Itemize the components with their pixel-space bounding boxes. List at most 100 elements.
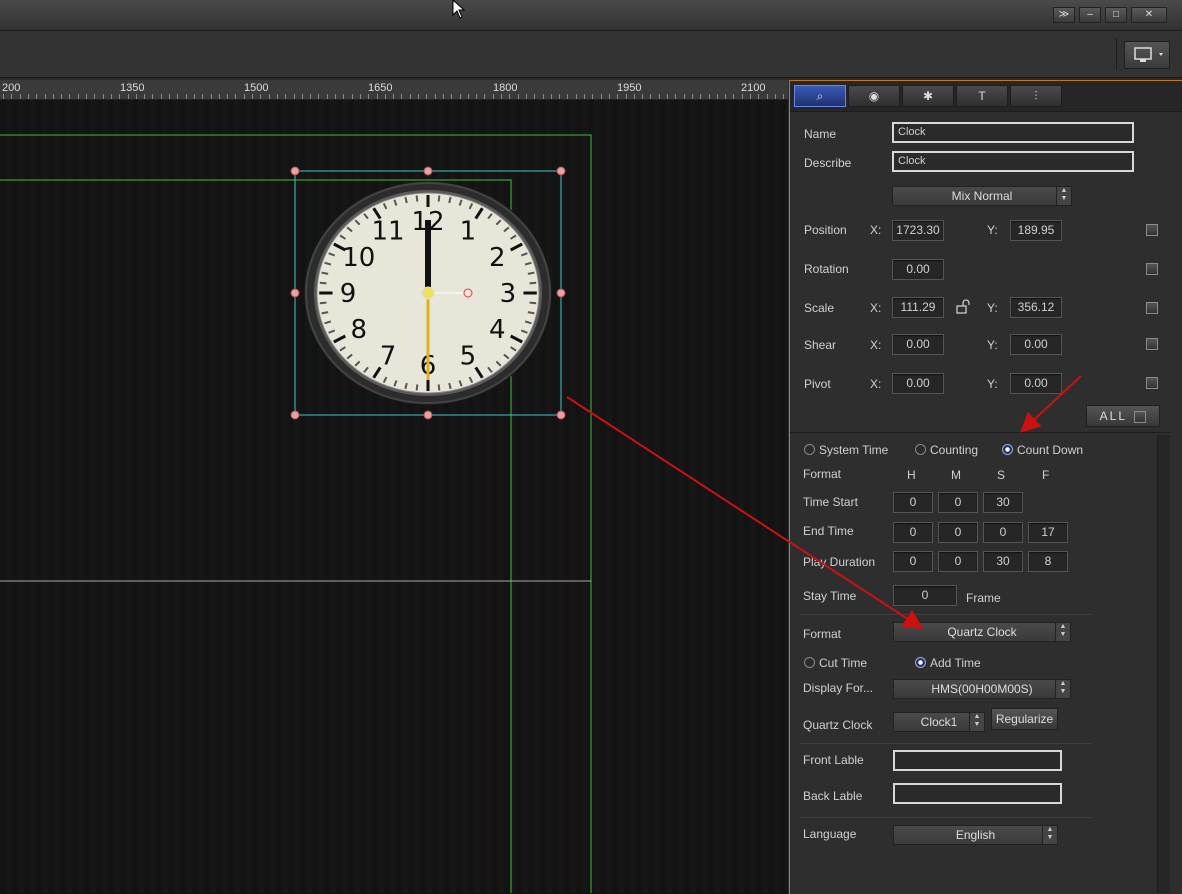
position-y-input[interactable]: 189.95 bbox=[1010, 220, 1062, 241]
play-duration-hours[interactable]: 0 bbox=[893, 551, 933, 572]
hours-column-header: H bbox=[907, 468, 916, 482]
shear-checkbox[interactable] bbox=[1146, 338, 1158, 350]
system-time-radio[interactable] bbox=[804, 444, 815, 455]
ruler-tick bbox=[725, 94, 727, 99]
count-down-radio[interactable] bbox=[1002, 444, 1013, 455]
ruler-tick bbox=[442, 94, 444, 99]
ruler-label: 1350 bbox=[120, 82, 145, 94]
unlock-icon[interactable] bbox=[955, 299, 971, 315]
clock-format-dropdown[interactable]: Quartz Clock ▲ ▼ bbox=[893, 622, 1071, 642]
play-duration-seconds[interactable]: 30 bbox=[983, 551, 1023, 572]
ruler-tick bbox=[683, 94, 685, 99]
play-duration-frames[interactable]: 8 bbox=[1028, 551, 1068, 572]
clock-tick bbox=[448, 382, 452, 390]
tab-select[interactable]: ⌕ bbox=[794, 85, 846, 107]
ruler-tick bbox=[44, 94, 46, 99]
pivot-y-input[interactable]: 0.00 bbox=[1010, 373, 1062, 394]
time-start-seconds[interactable]: 30 bbox=[983, 492, 1023, 513]
cut-time-radio[interactable] bbox=[804, 657, 815, 668]
maximize-button[interactable]: □ bbox=[1105, 7, 1127, 23]
toolbar bbox=[0, 31, 1182, 78]
end-time-frames[interactable]: 17 bbox=[1028, 522, 1068, 543]
end-time-hours[interactable]: 0 bbox=[893, 522, 933, 543]
display-format-label: Display For... bbox=[803, 681, 874, 695]
shear-x-input[interactable]: 0.00 bbox=[892, 334, 944, 355]
end-time-seconds[interactable]: 0 bbox=[983, 522, 1023, 543]
ruler-tick bbox=[293, 94, 295, 99]
quartz-clock-dropdown[interactable]: Clock1 ▲ ▼ bbox=[893, 712, 985, 732]
front-label-input[interactable] bbox=[893, 750, 1062, 771]
rotation-checkbox[interactable] bbox=[1146, 263, 1158, 275]
ruler-tick bbox=[426, 94, 428, 99]
play-duration-minutes[interactable]: 0 bbox=[938, 551, 978, 572]
blend-mode-dropdown[interactable]: Mix Normal ▲ ▼ bbox=[892, 186, 1072, 206]
describe-input[interactable]: Clock bbox=[892, 151, 1134, 172]
clock-numeral: 4 bbox=[489, 315, 506, 345]
minimize-button[interactable]: – bbox=[1079, 7, 1101, 23]
ruler-tick bbox=[608, 94, 610, 99]
ruler-tick bbox=[285, 94, 287, 99]
clock-graphic[interactable]: 121234567891011 bbox=[304, 181, 552, 405]
collapse-button[interactable]: ≫ bbox=[1053, 7, 1075, 23]
scale-x-input[interactable]: 111.29 bbox=[892, 297, 944, 318]
scale-y-input[interactable]: 356.12 bbox=[1010, 297, 1062, 318]
clock-tick bbox=[321, 311, 329, 315]
scale-x-label: X: bbox=[870, 301, 882, 315]
all-checkbox-icon bbox=[1134, 410, 1147, 423]
clock-tick bbox=[415, 195, 419, 202]
shear-y-label: Y: bbox=[987, 338, 998, 352]
time-start-label: Time Start bbox=[803, 495, 858, 509]
panel-scrollbar[interactable] bbox=[1157, 435, 1170, 893]
ruler-tick bbox=[36, 94, 38, 99]
count-down-label: Count Down bbox=[1017, 443, 1084, 457]
ruler-tick bbox=[451, 94, 453, 99]
describe-label: Describe bbox=[804, 156, 852, 170]
ruler-tick bbox=[351, 94, 353, 99]
clock-tick bbox=[415, 384, 419, 391]
name-input[interactable]: Clock bbox=[892, 122, 1134, 143]
clock-numeral: 9 bbox=[340, 279, 357, 309]
scale-checkbox[interactable] bbox=[1146, 302, 1158, 314]
end-time-minutes[interactable]: 0 bbox=[938, 522, 978, 543]
tab-text[interactable]: T bbox=[956, 85, 1008, 107]
rotation-input[interactable]: 0.00 bbox=[892, 259, 944, 280]
stay-time-input[interactable]: 0 bbox=[893, 585, 957, 606]
position-x-input[interactable]: 1723.30 bbox=[892, 220, 944, 241]
add-time-radio[interactable] bbox=[915, 657, 926, 668]
section-divider bbox=[800, 614, 1092, 615]
monitor-button[interactable] bbox=[1124, 41, 1170, 69]
pivot-checkbox[interactable] bbox=[1146, 377, 1158, 389]
clock-format-value: Quartz Clock bbox=[947, 625, 1017, 639]
ruler-tick bbox=[19, 94, 21, 99]
back-label-input[interactable] bbox=[893, 783, 1062, 804]
position-checkbox[interactable] bbox=[1146, 224, 1158, 236]
ruler-tick bbox=[393, 94, 395, 99]
language-dropdown[interactable]: English ▲ ▼ bbox=[893, 825, 1058, 845]
tab-align[interactable]: ⫶ bbox=[1010, 85, 1062, 107]
position-y-label: Y: bbox=[987, 223, 998, 237]
pivot-x-input[interactable]: 0.00 bbox=[892, 373, 944, 394]
toolbar-divider bbox=[1116, 38, 1117, 70]
ruler-tick bbox=[268, 94, 270, 99]
language-label: Language bbox=[803, 827, 857, 841]
time-start-hours[interactable]: 0 bbox=[893, 492, 933, 513]
ruler-tick bbox=[252, 94, 253, 99]
close-button[interactable]: ✕ bbox=[1131, 7, 1167, 23]
ruler-label: 2100 bbox=[741, 82, 766, 94]
tab-palette[interactable]: ◉ bbox=[848, 85, 900, 107]
scale-label: Scale bbox=[804, 301, 835, 315]
regularize-button[interactable]: Regularize bbox=[991, 708, 1058, 730]
time-start-minutes[interactable]: 0 bbox=[938, 492, 978, 513]
counting-radio[interactable] bbox=[915, 444, 926, 455]
all-button-label: ALL bbox=[1099, 409, 1127, 423]
frame-unit-label: Frame bbox=[966, 591, 1001, 605]
clock-tick bbox=[529, 281, 537, 285]
tab-effects[interactable]: ✱ bbox=[902, 85, 954, 107]
ruler-tick bbox=[409, 94, 411, 99]
ruler-tick bbox=[52, 94, 54, 99]
clock-numeral: 3 bbox=[500, 279, 517, 309]
all-button[interactable]: ALL bbox=[1086, 405, 1160, 427]
display-format-dropdown[interactable]: HMS(00H00M00S) ▲ ▼ bbox=[893, 679, 1071, 699]
ruler-tick bbox=[127, 94, 129, 99]
shear-y-input[interactable]: 0.00 bbox=[1010, 334, 1062, 355]
